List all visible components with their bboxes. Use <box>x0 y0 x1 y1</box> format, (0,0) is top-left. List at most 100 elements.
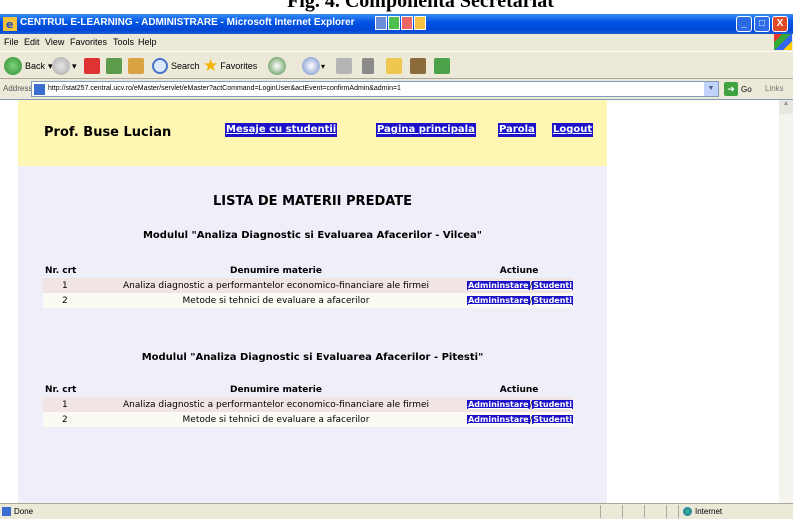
toolbar: Back ▾ ▾ Search ★ Favorites ▾ <box>0 51 793 79</box>
row-number: 2 <box>43 293 87 308</box>
nav-password-link[interactable]: Parola <box>498 123 536 137</box>
go-button[interactable]: ➜ Go <box>724 82 752 96</box>
column-header-actions: Actiune <box>499 385 539 395</box>
page-title: LISTA DE MATERII PREDATE <box>212 194 413 209</box>
menu-file[interactable]: File <box>4 37 19 47</box>
table-row: 2 Metode si tehnici de evaluare a afacer… <box>43 293 573 308</box>
vertical-scrollbar[interactable]: ▲ <box>779 100 793 504</box>
windows-logo-icon <box>774 34 792 50</box>
zone-label: Internet <box>695 507 723 516</box>
user-name: Prof. Buse Lucian <box>44 125 172 140</box>
back-label: Back <box>25 61 46 71</box>
ie-logo-icon: e <box>3 17 17 31</box>
research-button[interactable] <box>410 57 426 75</box>
status-bar: Done Internet <box>0 503 793 519</box>
svg-text:e: e <box>6 18 13 31</box>
maximize-button[interactable]: □ <box>754 16 770 32</box>
forward-button[interactable]: ▾ <box>52 57 77 75</box>
students-link[interactable]: Studenti <box>532 414 573 424</box>
status-text: Done <box>14 507 34 516</box>
nav-messages-link[interactable]: Mesaje cu studentii <box>225 123 338 137</box>
history-icon <box>268 57 286 75</box>
minimize-button[interactable]: _ <box>736 16 752 32</box>
menu-tools[interactable]: Tools <box>113 37 134 47</box>
home-icon <box>128 58 144 74</box>
home-button[interactable] <box>128 57 144 75</box>
menu-bar: File Edit View Favorites Tools Help <box>0 34 793 50</box>
page-content: Prof. Buse Lucian Mesaje cu studentii Pa… <box>18 100 607 504</box>
chevron-down-icon: ▾ <box>321 61 326 71</box>
address-url: http://stat257.central.ucv.ro/eMaster/se… <box>48 85 401 92</box>
refresh-button[interactable] <box>106 57 122 75</box>
row-actions: Admininstare/Studenti <box>465 397 573 412</box>
discuss-button[interactable] <box>386 57 402 75</box>
window-title: CENTRUL E-LEARNING - ADMINISTRARE - Micr… <box>20 17 355 28</box>
admin-link[interactable]: Admininstare <box>467 414 530 424</box>
refresh-icon <box>106 58 122 74</box>
page-viewport: Prof. Buse Lucian Mesaje cu studentii Pa… <box>0 99 793 504</box>
search-button[interactable]: Search <box>152 57 200 75</box>
students-link[interactable]: Studenti <box>532 295 573 305</box>
history-button[interactable] <box>268 57 286 75</box>
row-actions: Admininstare/Studenti <box>465 278 573 293</box>
nav-home-link[interactable]: Pagina principala <box>376 123 476 137</box>
mail-button[interactable]: ▾ <box>302 57 325 75</box>
search-label: Search <box>171 61 200 71</box>
title-bar[interactable]: e CENTRUL E-LEARNING - ADMINISTRARE - Mi… <box>0 14 793 34</box>
row-number: 2 <box>43 412 87 427</box>
stop-button[interactable] <box>84 57 100 75</box>
students-link[interactable]: Studenti <box>532 399 573 409</box>
messenger-button[interactable] <box>434 57 450 75</box>
row-number: 1 <box>43 397 87 412</box>
page-icon <box>34 84 45 95</box>
star-icon: ★ <box>203 56 219 75</box>
print-button[interactable] <box>336 57 352 75</box>
subject-name: Analiza diagnostic a performantelor econ… <box>86 397 466 412</box>
figure-caption: Fig. 4. Componenta Secretariat <box>287 0 554 12</box>
table-row: 1 Analiza diagnostic a performantelor ec… <box>43 397 573 412</box>
taskbar-icons <box>375 16 427 32</box>
menu-favorites[interactable]: Favorites <box>70 37 107 47</box>
nav-logout-link[interactable]: Logout <box>552 123 594 137</box>
back-arrow-icon <box>4 57 22 75</box>
admin-link[interactable]: Admininstare <box>467 280 530 290</box>
go-arrow-icon: ➜ <box>724 82 738 96</box>
tray-icon <box>414 16 426 30</box>
chevron-down-icon[interactable]: ▼ <box>704 82 718 96</box>
students-link[interactable]: Studenti <box>532 280 573 290</box>
subjects-table: Nr. crt Denumire materie Actiune 1 Anali… <box>43 264 573 308</box>
security-zone: Internet <box>683 507 722 516</box>
menu-view[interactable]: View <box>45 37 64 47</box>
tray-icon <box>388 16 400 30</box>
globe-icon <box>683 507 692 516</box>
favorites-label: Favorites <box>220 61 258 71</box>
admin-link[interactable]: Admininstare <box>467 295 530 305</box>
print-icon <box>336 58 352 74</box>
page-header: Prof. Buse Lucian Mesaje cu studentii Pa… <box>18 100 607 166</box>
address-input[interactable]: http://stat257.central.ucv.ro/eMaster/se… <box>31 81 719 97</box>
status-divider <box>678 505 679 518</box>
back-button[interactable]: Back ▾ <box>4 57 53 75</box>
forward-arrow-icon <box>52 57 70 75</box>
module-title: Modulul "Analiza Diagnostic si Evaluarea… <box>142 230 482 241</box>
admin-link[interactable]: Admininstare <box>467 399 530 409</box>
table-header-row: Nr. crt Denumire materie Actiune <box>43 264 573 278</box>
scroll-up-icon[interactable]: ▲ <box>779 100 793 114</box>
go-label: Go <box>741 84 752 94</box>
table-header-row: Nr. crt Denumire materie Actiune <box>43 383 573 397</box>
favorites-button[interactable]: ★ Favorites <box>203 57 257 75</box>
subject-name: Metode si tehnici de evaluare a afaceril… <box>86 412 466 427</box>
status-divider <box>644 505 645 518</box>
column-header-name: Denumire materie <box>229 266 322 276</box>
edit-icon <box>362 58 374 74</box>
address-bar: Address http://stat257.central.ucv.ro/eM… <box>0 80 793 98</box>
messenger-icon <box>434 58 450 74</box>
edit-button[interactable] <box>362 57 374 75</box>
menu-help[interactable]: Help <box>138 37 157 47</box>
tray-icon <box>401 16 413 30</box>
row-number: 1 <box>43 278 87 293</box>
close-button[interactable]: X <box>772 16 788 32</box>
subjects-table: Nr. crt Denumire materie Actiune 1 Anali… <box>43 383 573 427</box>
links-button[interactable]: Links <box>765 84 784 93</box>
menu-edit[interactable]: Edit <box>24 37 40 47</box>
